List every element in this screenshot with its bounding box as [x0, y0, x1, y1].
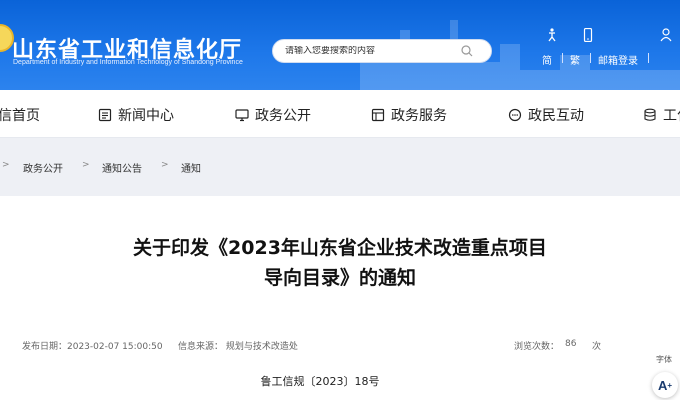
views-count: 86: [565, 339, 577, 349]
nav-item-label: 政务公开: [255, 108, 311, 124]
header-links: 简 繁 邮箱登录: [540, 28, 680, 68]
font-button-letter: A: [657, 377, 668, 393]
font-size-label: 字体: [656, 355, 672, 364]
font-size-increase-button[interactable]: A +: [652, 372, 678, 398]
nav-item-label: 新闻中心: [118, 108, 174, 124]
breadcrumb-separator: >: [2, 160, 10, 170]
info-source: 信息来源： 规划与技术改造处: [178, 342, 298, 352]
nav-item-gov-service[interactable]: 政务服务: [371, 105, 447, 125]
mobile-icon[interactable]: [582, 28, 594, 42]
link-divider: [648, 53, 649, 63]
views-label: 浏览次数：: [514, 342, 560, 352]
main-nav: 信首页 新闻中心 政务公开 政务服务 政民互动 工: [0, 90, 680, 138]
views-unit: 次: [592, 342, 602, 352]
nav-item-home[interactable]: 信首页: [0, 105, 40, 125]
link-divider: [562, 53, 563, 63]
search-box: [272, 39, 492, 63]
nav-item-label: 工化: [663, 108, 680, 124]
nav-item-label: 信首页: [0, 108, 40, 124]
news-icon: [98, 108, 112, 122]
article-title-line: 导向目录》的通知: [263, 267, 416, 289]
site-subtitle: Department of Industry and Information T…: [13, 59, 243, 66]
service-icon: [371, 108, 385, 122]
nav-item-interaction[interactable]: 政民互动: [508, 105, 584, 125]
search-input[interactable]: [285, 46, 455, 56]
breadcrumb-separator: >: [161, 160, 169, 170]
traditional-link[interactable]: 繁: [570, 52, 580, 67]
monitor-icon: [235, 109, 249, 122]
breadcrumb-item[interactable]: 通知: [181, 160, 201, 175]
nav-item-label: 政务服务: [391, 108, 447, 124]
breadcrumb: > 政务公开 > 通知公告 > 通知: [0, 138, 680, 196]
nav-item-gov-affairs[interactable]: 政务公开: [235, 105, 311, 125]
plus-icon: +: [667, 380, 673, 390]
nav-item-industry[interactable]: 工化: [643, 105, 680, 125]
user-icon[interactable]: [660, 28, 672, 42]
search-icon[interactable]: [461, 45, 473, 57]
document-number: 鲁工信规〔2023〕18号: [260, 375, 380, 388]
publish-date: 发布日期：2023-02-07 15:00:50: [22, 342, 163, 352]
nav-item-news[interactable]: 新闻中心: [98, 105, 174, 125]
database-icon: [644, 108, 656, 121]
breadcrumb-item[interactable]: 通知公告: [102, 160, 142, 175]
simplified-link[interactable]: 简: [542, 52, 552, 67]
article-title: 关于印发《2023年山东省企业技术改造重点项目 导向目录》的通知: [0, 233, 680, 293]
chat-icon: [508, 108, 522, 122]
article-title-line: 关于印发《2023年山东省企业技术改造重点项目: [133, 237, 547, 259]
nav-item-label: 政民互动: [528, 108, 584, 124]
site-header: 山东省工业和信息化厅 Department of Industry and In…: [0, 0, 680, 90]
email-login-link[interactable]: 邮箱登录: [598, 52, 638, 67]
breadcrumb-item[interactable]: 政务公开: [23, 160, 63, 175]
accessibility-icon[interactable]: [546, 28, 558, 42]
breadcrumb-separator: >: [82, 160, 90, 170]
link-divider: [590, 53, 591, 63]
